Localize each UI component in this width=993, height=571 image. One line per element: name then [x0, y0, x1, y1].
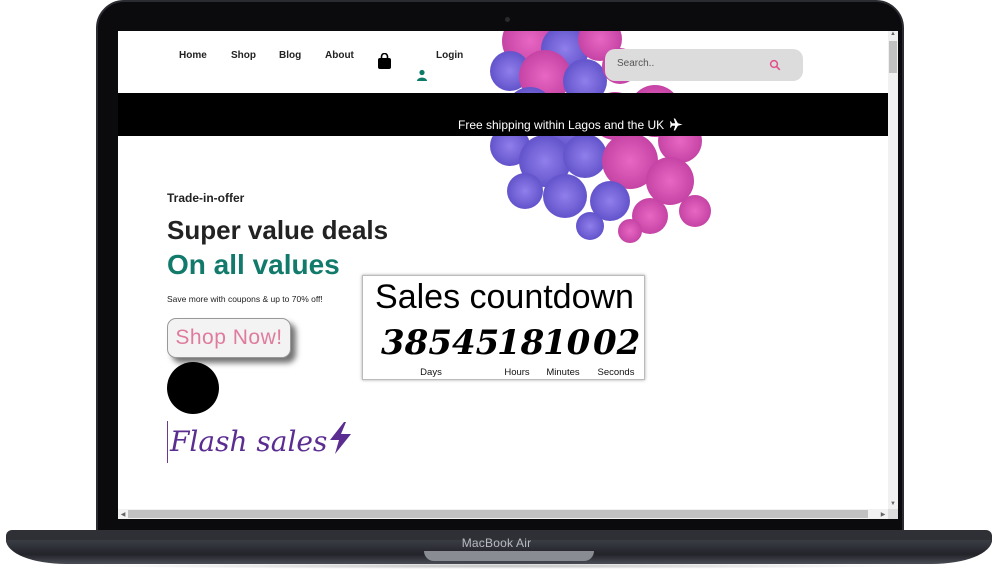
horizontal-scrollbar[interactable]: ◀ ▶ [118, 509, 888, 519]
scroll-left-icon[interactable]: ◀ [118, 511, 128, 518]
flash-sales-heading: Flash sales [167, 421, 353, 463]
device-brand-label: MacBook Air [461, 536, 532, 550]
vertical-scrollbar[interactable]: ▲ ▼ [888, 31, 898, 509]
browser-viewport: Home Shop Blog About Login Search.. Free… [118, 31, 898, 519]
shipping-banner-text: Free shipping within Lagos and the UK [458, 118, 684, 132]
laptop-notch [424, 551, 594, 561]
hero-kicker: Trade-in-offer [167, 191, 245, 205]
countdown-title: Sales countdown [375, 278, 634, 316]
sales-countdown: Sales countdown 38545 18 10 02 Days Hour… [362, 275, 645, 380]
shopping-bag-icon[interactable] [377, 53, 392, 69]
horizontal-scroll-thumb[interactable] [128, 510, 868, 518]
scrollbar-corner [888, 509, 898, 519]
countdown-hours-value: 18 [497, 323, 545, 363]
airplane-icon [670, 118, 684, 131]
laptop-mockup: MacBook Air Home Shop Blog About Login S… [0, 0, 993, 571]
user-icon [417, 69, 427, 81]
countdown-seconds-value: 02 [593, 323, 641, 363]
flash-sales-label: Flash sales [170, 425, 328, 458]
shipping-banner: Free shipping within Lagos and the UK [118, 93, 888, 136]
vertical-scroll-thumb[interactable] [889, 41, 897, 73]
search-input[interactable] [617, 58, 767, 69]
search-box [605, 49, 803, 81]
shipping-banner-label: Free shipping within Lagos and the UK [458, 118, 665, 132]
nav-link-login[interactable]: Login [436, 50, 463, 61]
nav-link-blog[interactable]: Blog [279, 50, 301, 61]
web-page: Home Shop Blog About Login Search.. Free… [118, 31, 888, 509]
nav-link-about[interactable]: About [325, 50, 354, 61]
scroll-right-icon[interactable]: ▶ [878, 511, 888, 518]
countdown-minutes-value: 10 [543, 323, 591, 363]
lightning-icon [330, 422, 352, 454]
countdown-seconds-label: Seconds [597, 367, 635, 378]
countdown-days-value: 38545 [381, 323, 500, 363]
hero-subheadline: On all values [167, 249, 340, 280]
black-circle [167, 362, 219, 414]
countdown-days-label: Days [420, 367, 442, 378]
countdown-minutes-label: Minutes [546, 367, 580, 378]
nav-link-shop[interactable]: Shop [231, 50, 256, 61]
nav-link-home[interactable]: Home [179, 50, 207, 61]
scroll-down-icon[interactable]: ▼ [888, 501, 898, 507]
shop-now-button[interactable]: Shop Now! [167, 318, 291, 358]
hero-headline: Super value deals [167, 215, 389, 245]
search-icon[interactable] [769, 59, 781, 71]
camera-dot [505, 17, 510, 22]
countdown-hours-label: Hours [504, 367, 530, 378]
scroll-up-icon[interactable]: ▲ [888, 31, 898, 37]
hero-description: Save more with coupons & up to 70% off! [167, 294, 323, 304]
